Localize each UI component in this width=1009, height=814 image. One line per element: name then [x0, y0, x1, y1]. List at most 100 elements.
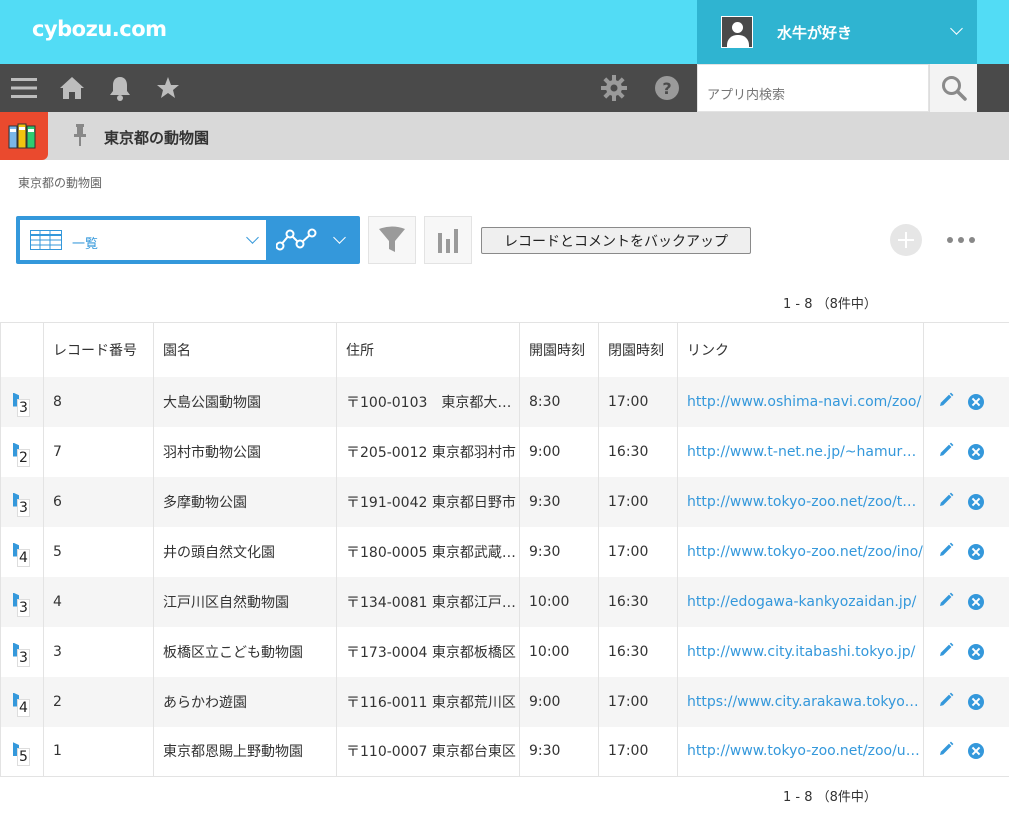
- search-button[interactable]: [929, 64, 977, 112]
- search-input[interactable]: [697, 64, 929, 112]
- record-id-cell: 6: [43, 476, 154, 527]
- link-cell[interactable]: http://www.t-net.ne.jp/~hamura-z/: [677, 426, 924, 477]
- graph-icon[interactable]: [275, 228, 318, 256]
- table-header: レコード番号 園名 住所 開園時刻 閉園時刻 リンク: [0, 322, 1009, 377]
- view-selector[interactable]: 一覧: [16, 216, 360, 264]
- column-header[interactable]: レコード番号: [43, 322, 154, 377]
- row-actions: [923, 426, 1009, 477]
- edit-icon[interactable]: [938, 492, 954, 512]
- table-row[interactable]: 3 8 大島公園動物園 〒100-0103 東京都大島町 8:30 17:00 http:/…: [0, 376, 1009, 427]
- record-badge-count: 2: [17, 448, 30, 467]
- star-icon[interactable]: [154, 64, 182, 112]
- delete-icon[interactable]: [968, 543, 984, 560]
- record-id-cell: 7: [43, 426, 154, 477]
- row-actions: [923, 726, 1009, 777]
- record-badge-icon[interactable]: 4: [11, 542, 31, 567]
- record-badge-icon[interactable]: 3: [11, 642, 31, 667]
- delete-icon[interactable]: [968, 393, 984, 410]
- user-name: 水牛が好き: [777, 23, 853, 42]
- svg-text:?: ?: [662, 79, 671, 98]
- record-detail-cell[interactable]: 3: [0, 376, 44, 427]
- view-dropdown[interactable]: 一覧: [20, 220, 266, 260]
- address-cell: 〒205-0012 東京都羽村市: [336, 426, 520, 477]
- record-badge-icon[interactable]: 3: [11, 492, 31, 517]
- close-time-cell: 16:30: [598, 626, 678, 677]
- table-row[interactable]: 5 1 東京都恩賜上野動物園 〒110-0007 東京都台東区 9:30 17:00 htt…: [0, 726, 1009, 777]
- bell-icon[interactable]: [106, 64, 134, 112]
- home-icon[interactable]: [58, 64, 86, 112]
- more-icon[interactable]: [947, 232, 975, 248]
- logo[interactable]: cybozu.com: [32, 17, 167, 41]
- hamburger-icon[interactable]: [10, 64, 38, 112]
- record-detail-cell[interactable]: 3: [0, 626, 44, 677]
- edit-icon[interactable]: [938, 392, 954, 412]
- table-row[interactable]: 3 3 板橋区立こども動物園 〒173-0004 東京都板橋区 10:00 16:30 ht…: [0, 626, 1009, 677]
- help-icon[interactable]: ?: [653, 64, 681, 112]
- record-detail-cell[interactable]: 2: [0, 426, 44, 477]
- record-detail-cell[interactable]: 5: [0, 726, 44, 777]
- row-actions: [923, 626, 1009, 677]
- close-time-cell: 17:00: [598, 526, 678, 577]
- graph-button[interactable]: [424, 216, 472, 264]
- app-icon[interactable]: [0, 112, 48, 160]
- column-header[interactable]: 園名: [153, 322, 337, 377]
- delete-icon[interactable]: [968, 743, 984, 760]
- edit-icon[interactable]: [938, 542, 954, 562]
- filter-icon: [379, 226, 405, 252]
- link-cell[interactable]: http://www.tokyo-zoo.net/zoo/ino/: [677, 526, 924, 577]
- user-menu[interactable]: 水牛が好き: [697, 0, 977, 64]
- link-cell[interactable]: http://www.tokyo-zoo.net/zoo/tama/: [677, 476, 924, 527]
- record-id-cell: 1: [43, 726, 154, 777]
- delete-icon[interactable]: [968, 493, 984, 510]
- delete-icon[interactable]: [968, 643, 984, 660]
- delete-icon[interactable]: [968, 593, 984, 610]
- pin-icon[interactable]: [73, 124, 87, 150]
- record-detail-cell[interactable]: 3: [0, 576, 44, 627]
- link-cell[interactable]: http://www.tokyo-zoo.net/zoo/ueno/: [677, 726, 924, 777]
- record-badge-icon[interactable]: 3: [11, 592, 31, 617]
- record-badge-icon[interactable]: 3: [11, 392, 31, 417]
- record-badge-count: 4: [17, 548, 30, 567]
- table-row[interactable]: 2 7 羽村市動物公園 〒205-0012 東京都羽村市 9:00 16:30 http:/…: [0, 426, 1009, 477]
- record-badge-icon[interactable]: 2: [11, 442, 31, 467]
- breadcrumb[interactable]: 東京都の動物園: [18, 174, 102, 191]
- record-badge-icon[interactable]: 5: [11, 742, 31, 767]
- table-row[interactable]: 3 4 江戸川区自然動物園 〒134-0081 東京都江戸川区 10:00 16:30 ht…: [0, 576, 1009, 627]
- table-row[interactable]: 3 6 多摩動物公園 〒191-0042 東京都日野市 9:30 17:00 http://…: [0, 476, 1009, 527]
- record-badge-icon[interactable]: 4: [11, 692, 31, 717]
- zoo-name-cell: 井の頭自然文化園: [153, 526, 337, 577]
- edit-icon[interactable]: [938, 642, 954, 662]
- record-detail-cell[interactable]: 4: [0, 676, 44, 727]
- chevron-down-icon[interactable]: [333, 231, 346, 244]
- record-detail-cell[interactable]: 3: [0, 476, 44, 527]
- column-header[interactable]: 開園時刻: [519, 322, 599, 377]
- link-cell[interactable]: http://www.city.itabashi.tokyo.jp/: [677, 626, 924, 677]
- zoo-name-cell: 江戸川区自然動物園: [153, 576, 337, 627]
- delete-icon[interactable]: [968, 443, 984, 460]
- row-actions: [923, 576, 1009, 627]
- address-cell: 〒134-0081 東京都江戸川区: [336, 576, 520, 627]
- column-header[interactable]: 住所: [336, 322, 520, 377]
- backup-button[interactable]: レコードとコメントをバックアップ: [481, 227, 751, 254]
- list-icon: [30, 230, 62, 254]
- table-row[interactable]: 4 5 井の頭自然文化園 〒180-0005 東京都武蔵野市 9:30 17:00 http…: [0, 526, 1009, 577]
- gear-icon[interactable]: [600, 64, 628, 112]
- add-record-button[interactable]: [890, 224, 922, 256]
- record-detail-cell[interactable]: 4: [0, 526, 44, 577]
- filter-button[interactable]: [368, 216, 416, 264]
- edit-icon[interactable]: [938, 741, 954, 761]
- pager-bottom: 1 - 8 （8件中）: [783, 790, 877, 805]
- link-cell[interactable]: https://www.city.arakawa.tokyo.jp/: [677, 676, 924, 727]
- zoo-name-cell: 東京都恩賜上野動物園: [153, 726, 337, 777]
- column-header[interactable]: 閉園時刻: [598, 322, 678, 377]
- edit-icon[interactable]: [938, 442, 954, 462]
- edit-icon[interactable]: [938, 592, 954, 612]
- edit-icon[interactable]: [938, 692, 954, 712]
- close-time-cell: 17:00: [598, 726, 678, 777]
- table-row[interactable]: 4 2 あらかわ遊園 〒116-0011 東京都荒川区 9:00 17:00 https:/…: [0, 676, 1009, 727]
- column-header[interactable]: リンク: [677, 322, 924, 377]
- record-badge-count: 4: [17, 698, 30, 717]
- link-cell[interactable]: http://www.oshima-navi.com/zoo/: [677, 376, 924, 427]
- link-cell[interactable]: http://edogawa-kankyozaidan.jp/: [677, 576, 924, 627]
- delete-icon[interactable]: [968, 693, 984, 710]
